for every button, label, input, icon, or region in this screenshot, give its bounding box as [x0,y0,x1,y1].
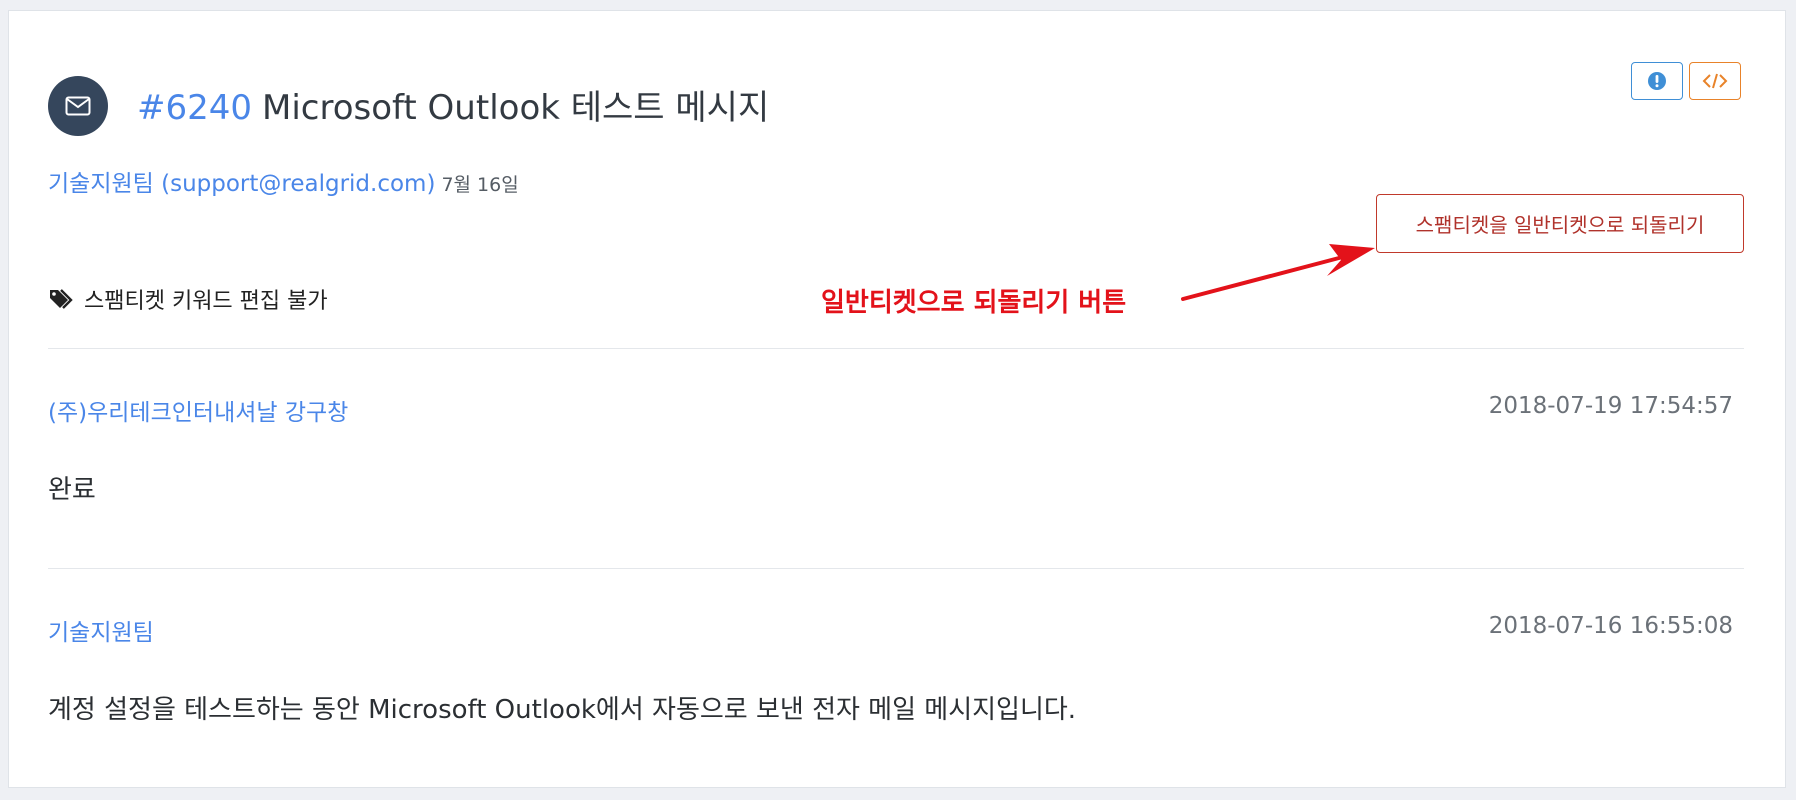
envelope-icon [65,96,91,116]
annotation-label: 일반티켓으로 되돌리기 버튼 [821,288,1127,318]
annotation-arrow-icon [1181,244,1375,301]
tags-icon [50,289,73,309]
message-body: 계정 설정을 테스트하는 동안 Microsoft Outlook에서 자동으로… [48,695,1077,725]
revert-to-normal-ticket-button[interactable]: 스팸티켓을 일반티켓으로 되돌리기 [1376,194,1744,253]
code-view-button[interactable] [1689,62,1741,100]
ticket-number[interactable]: #6240 [137,88,252,128]
message-author-link[interactable]: 기술지원팀 [48,613,154,647]
ticket-subject: Microsoft Outlook 테스트 메시지 [262,88,770,128]
divider [48,348,1744,349]
tag-label: 스팸티켓 키워드 편집 불가 [84,289,328,314]
sender-link[interactable]: 기술지원팀 (support@realgrid.com) [48,171,435,197]
ticket-title: #6240 Microsoft Outlook 테스트 메시지 [137,88,769,128]
ticket-date: 7월 16일 [441,174,519,196]
info-button[interactable] [1631,62,1683,100]
message-timestamp: 2018-07-16 16:55:08 [1488,613,1733,639]
message-author-link[interactable]: (주)우리테크인터내셔날 강구창 [48,393,348,427]
tag-row: 스팸티켓 키워드 편집 불가 [48,283,328,315]
code-icon [1702,73,1728,89]
message-body: 완료 [48,475,96,505]
divider [48,568,1744,569]
ticket-avatar [48,76,108,136]
ticket-sender-line: 기술지원팀 (support@realgrid.com) 7월 16일 [48,169,519,201]
exclamation-circle-icon [1648,72,1666,90]
message-timestamp: 2018-07-19 17:54:57 [1488,393,1733,419]
ticket-card: #6240 Microsoft Outlook 테스트 메시지 기술지원팀 (su… [8,10,1786,788]
